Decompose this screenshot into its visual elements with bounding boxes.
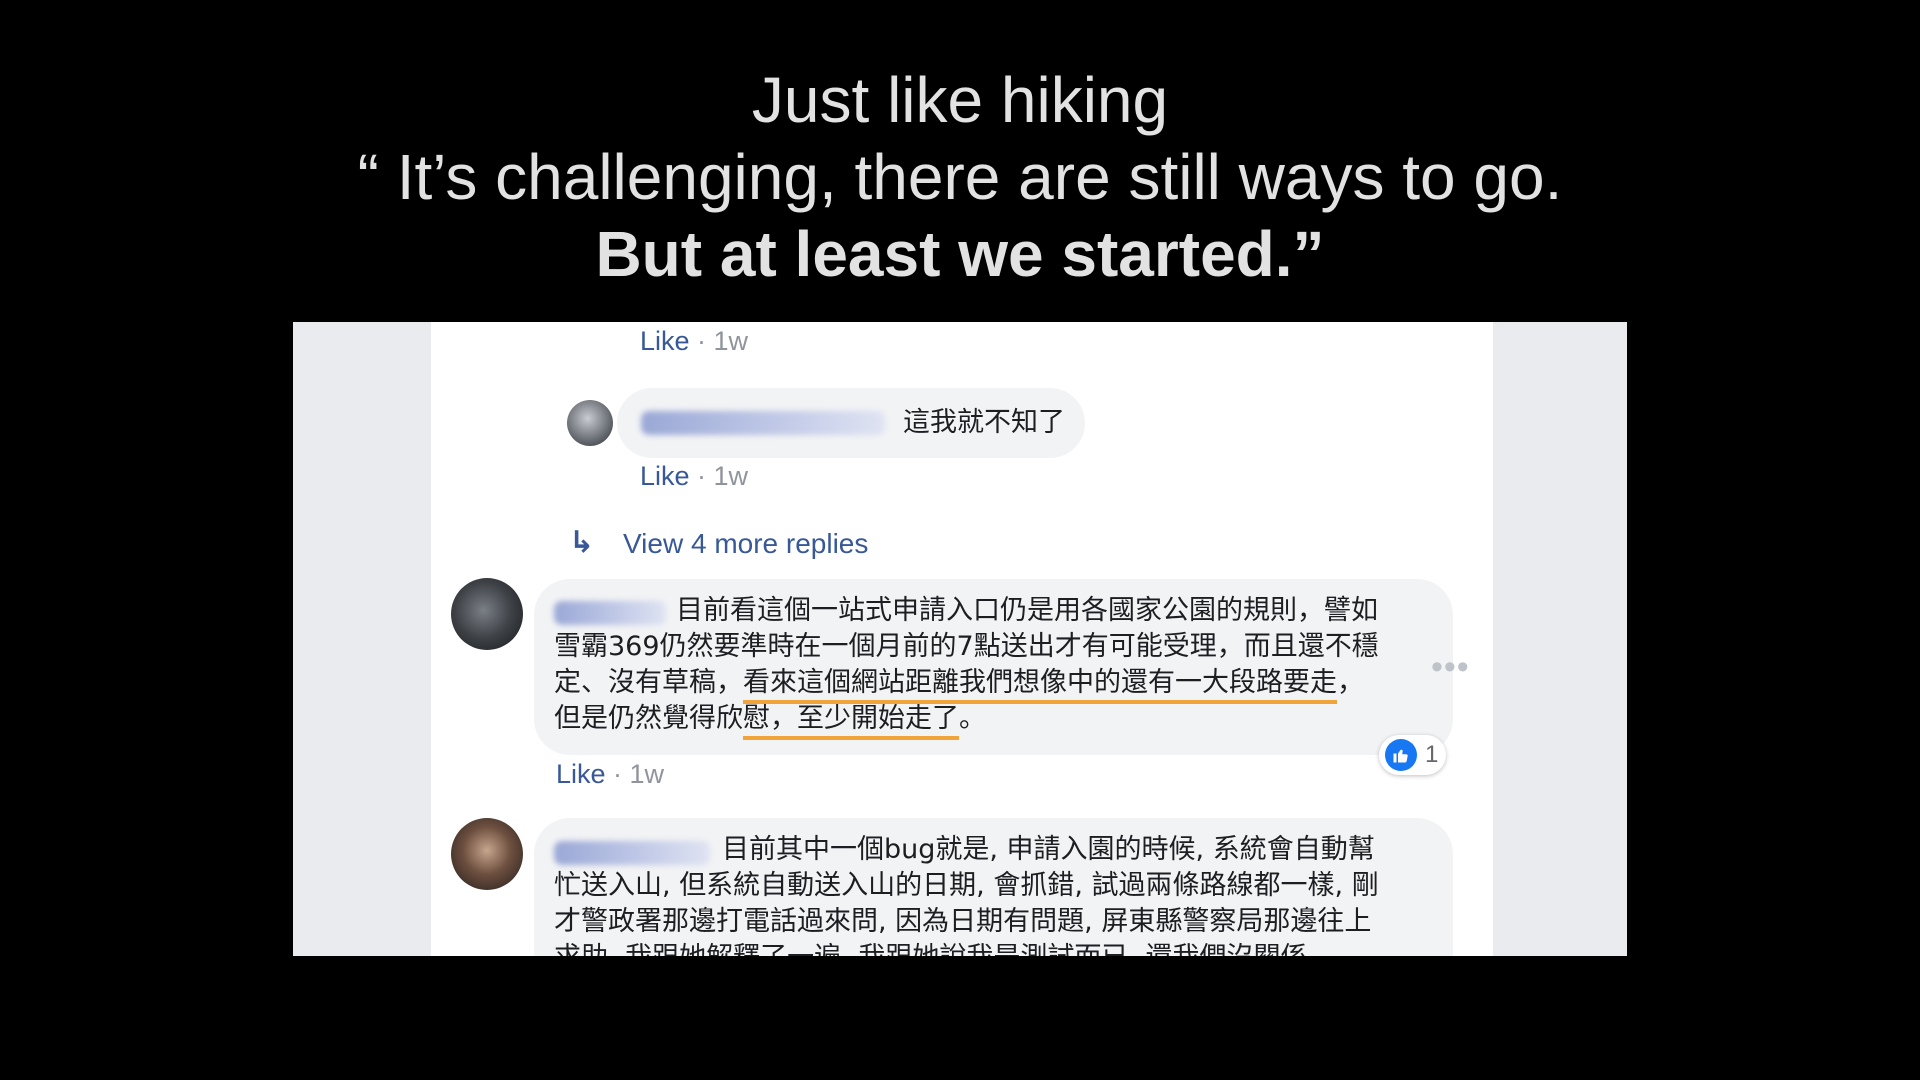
- avatar[interactable]: [451, 818, 523, 890]
- slide-quote: Just like hiking “ It’s challenging, the…: [0, 62, 1920, 293]
- reaction-count: 1: [1425, 741, 1439, 768]
- blurred-author-name[interactable]: [641, 411, 885, 435]
- highlighted-text: 慰，至少開始走了: [743, 703, 959, 740]
- reply-bubble: 這我就不知了: [617, 388, 1085, 458]
- avatar[interactable]: [567, 400, 613, 446]
- timestamp[interactable]: 1w: [714, 326, 749, 356]
- like-link[interactable]: Like: [640, 461, 690, 491]
- reply-arrow-icon: ↳: [569, 526, 595, 559]
- reply-text: 這我就不知了: [903, 407, 1065, 438]
- comment-text: 目前其中一個bug就是, 申請入園的時候, 系統會自動幫 忙送入山, 但系統自動…: [554, 834, 1379, 956]
- reply-meta: Like · 1w: [640, 461, 749, 491]
- comment-text: 目前看這個一站式申請入口仍是用各國家公園的規則，譬如 雪霸369仍然要準時在一個…: [554, 593, 1444, 740]
- more-options-icon[interactable]: •••: [1431, 648, 1470, 687]
- comment-bubble: 目前其中一個bug就是, 申請入園的時候, 系統會自動幫 忙送入山, 但系統自動…: [534, 818, 1453, 956]
- quote-line-2: “ It’s challenging, there are still ways…: [357, 141, 1563, 213]
- comment-feed: Like · 1w 這我就不知了 Like · 1w ↳ View 4 more…: [431, 322, 1493, 956]
- quote-line-3: But at least we started.”: [595, 218, 1325, 290]
- comment-meta: Like · 1w: [556, 759, 665, 789]
- prev-reply-meta: Like · 1w: [640, 326, 749, 356]
- thumbs-up-icon: [1385, 739, 1417, 771]
- like-link[interactable]: Like: [556, 759, 606, 789]
- like-link[interactable]: Like: [640, 326, 690, 356]
- comment-screenshot: Like · 1w 這我就不知了 Like · 1w ↳ View 4 more…: [293, 322, 1627, 956]
- quote-line-1: Just like hiking: [751, 64, 1169, 136]
- timestamp[interactable]: 1w: [714, 461, 749, 491]
- comment-bubble: 目前看這個一站式申請入口仍是用各國家公園的規則，譬如 雪霸369仍然要準時在一個…: [534, 579, 1453, 755]
- view-more-replies-link[interactable]: View 4 more replies: [623, 528, 868, 560]
- reaction-badge[interactable]: 1: [1379, 735, 1447, 775]
- highlighted-text: 看來這個網站距離我們想像中的還有一大段路要走: [743, 667, 1337, 704]
- avatar[interactable]: [451, 578, 523, 650]
- timestamp[interactable]: 1w: [630, 759, 665, 789]
